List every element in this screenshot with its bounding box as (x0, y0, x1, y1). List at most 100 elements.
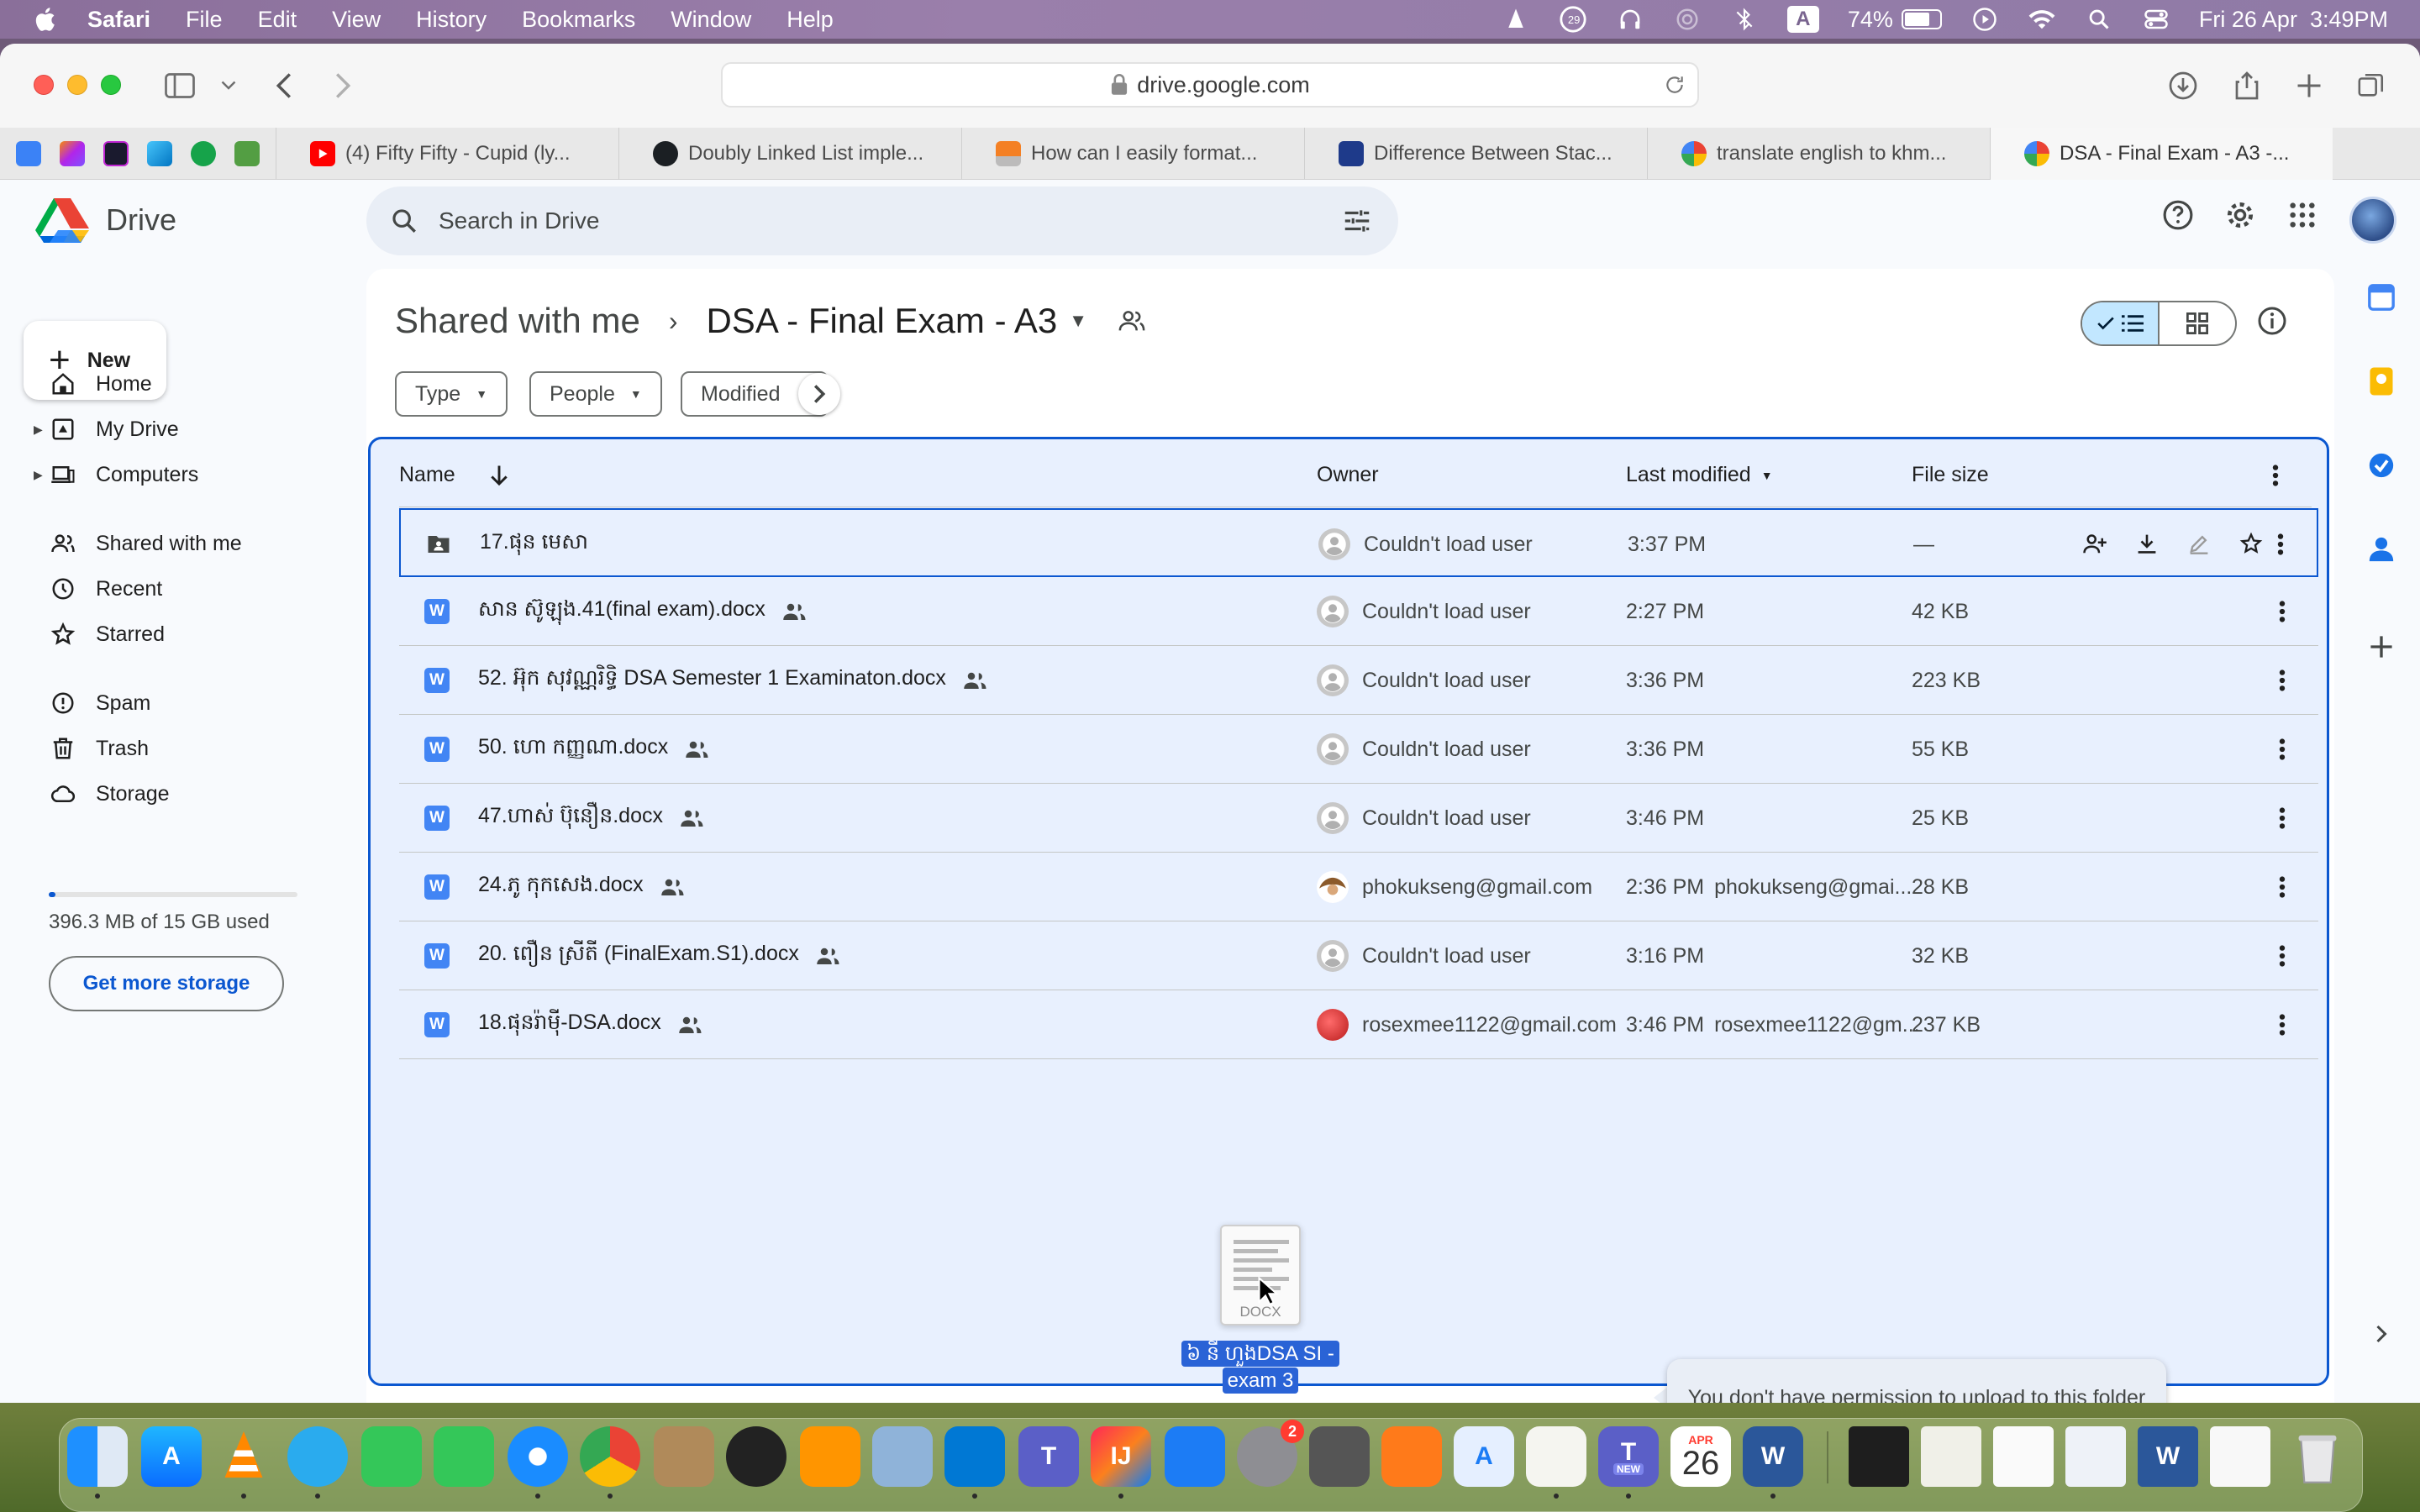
preview-dock-icon[interactable] (872, 1426, 933, 1487)
folder-row[interactable]: 17.ផុន មេសា Couldn't load user 3:37 PM — (399, 508, 2318, 577)
wifi-icon[interactable] (2028, 5, 2056, 34)
address-bar[interactable]: drive.google.com (721, 62, 1699, 108)
clock-datetime[interactable]: Fri 26 Apr 3:49PM (2199, 7, 2388, 33)
sidebar-item-home[interactable]: Home (0, 363, 361, 405)
search-bar[interactable]: Search in Drive (366, 186, 1398, 255)
pencil-app-dock-icon[interactable] (1381, 1426, 1442, 1487)
spotlight-icon[interactable] (2085, 5, 2113, 34)
menu-help[interactable]: Help (786, 7, 834, 33)
teams-dock-icon[interactable]: T (1018, 1426, 1079, 1487)
file-row[interactable]: W សាន ស៊ូឡុង.41(final exam).docx Couldn't … (399, 577, 2318, 646)
trash-dock-icon[interactable] (2287, 1426, 2348, 1487)
teams-new-dock-icon[interactable]: T NEW (1598, 1426, 1659, 1487)
intellij-dock-icon[interactable]: IJ (1091, 1426, 1151, 1487)
pinned-tab-mail[interactable] (12, 128, 45, 180)
safari-dock-icon[interactable] (508, 1426, 568, 1487)
more-actions-icon[interactable] (2271, 669, 2293, 691)
system-settings-dock-icon[interactable]: 2 (1237, 1420, 1304, 1487)
sidebar-item-storage[interactable]: Storage (0, 773, 361, 815)
more-actions-icon[interactable] (2271, 876, 2293, 898)
tasks-app-icon[interactable] (2365, 449, 2398, 482)
close-window-button[interactable] (34, 75, 54, 95)
get-more-storage-button[interactable]: Get more storage (49, 956, 284, 1011)
back-icon[interactable] (266, 67, 302, 104)
sidebar-toggle-icon[interactable] (161, 67, 198, 104)
sort-arrow-down-icon[interactable] (489, 465, 509, 486)
sidebar-item-shared-with-me[interactable]: Shared with me (0, 522, 361, 564)
notification-status-icon[interactable]: 29 (1559, 5, 1587, 34)
tableplus-dock-icon[interactable] (1309, 1426, 1370, 1487)
share-icon[interactable] (2228, 67, 2265, 104)
sidebar-item-starred[interactable]: Starred (0, 613, 361, 655)
menu-bookmarks[interactable]: Bookmarks (522, 7, 635, 33)
more-actions-icon[interactable] (2271, 738, 2293, 760)
tab-youtube[interactable]: (4) Fifty Fifty - Cupid (ly... (276, 128, 618, 180)
pinned-tab-dark[interactable] (99, 128, 133, 180)
dragged-file-docx-icon[interactable]: DOCX (1220, 1225, 1301, 1326)
apps-grid-icon[interactable] (2286, 198, 2319, 232)
sidebar-item-spam[interactable]: Spam (0, 682, 361, 724)
file-row[interactable]: W 24.ភូ កុកសេង.docx phokukseng@gmail.com 2:… (399, 853, 2318, 921)
add-star-icon[interactable] (2238, 530, 2265, 557)
file-row[interactable]: W 20. ពឿន ស្រីតី (FinalExam.S1).docx Could… (399, 921, 2318, 990)
breadcrumb-shared-with-me[interactable]: Shared with me (395, 301, 640, 341)
chip-scroll-right-icon[interactable] (798, 373, 840, 415)
sidebar-item-recent[interactable]: Recent (0, 568, 361, 610)
tab-stackoverflow[interactable]: How can I easily format... (961, 128, 1304, 180)
column-name-header[interactable]: Name (399, 463, 509, 487)
pinned-tab-flutter[interactable] (143, 128, 176, 180)
get-addons-plus-icon[interactable] (2365, 630, 2398, 664)
settings-gear-icon[interactable] (2223, 198, 2257, 232)
list-view-button[interactable] (2082, 302, 2160, 344)
books-dock-icon[interactable] (800, 1426, 860, 1487)
column-owner-header[interactable]: Owner (1317, 463, 1379, 487)
share-add-person-icon[interactable] (2081, 530, 2108, 557)
menu-file[interactable]: File (186, 7, 223, 33)
drive-logo[interactable]: Drive (35, 197, 176, 244)
recent-terminal-dock-icon[interactable] (1849, 1426, 1909, 1487)
facetime-dock-icon[interactable] (361, 1426, 422, 1487)
more-actions-icon[interactable] (2271, 945, 2293, 967)
filter-type-chip[interactable]: Type ▼ (395, 371, 508, 417)
more-actions-icon[interactable] (2270, 533, 2291, 555)
telegram-dock-icon[interactable] (287, 1426, 348, 1487)
tab-github[interactable]: Doubly Linked List imple... (618, 128, 961, 180)
sidebar-item-my-drive[interactable]: ▶ My Drive (0, 408, 361, 450)
pinned-tab-node[interactable] (230, 128, 264, 180)
new-tab-icon[interactable] (2291, 67, 2328, 104)
column-modified-header[interactable]: Last modified ▼ (1626, 463, 1773, 487)
file-row[interactable]: W 47.ហាស់ ប៊ុនឿន.docx Couldn't load user 3:… (399, 784, 2318, 853)
textedit-dock-icon[interactable] (1526, 1426, 1586, 1487)
tab-overview-icon[interactable] (2353, 67, 2390, 104)
keep-app-icon[interactable] (2365, 365, 2398, 398)
account-avatar[interactable] (2349, 197, 2396, 244)
more-actions-icon[interactable] (2271, 807, 2293, 829)
file-row[interactable]: W 52. អ៊ុក សុវណ្ណរិទ្ធិ DSA Semester 1 Ex… (399, 646, 2318, 715)
downloads-icon[interactable] (2165, 67, 2202, 104)
chrome-dock-icon[interactable] (580, 1426, 640, 1487)
sidebar-item-trash[interactable]: Trash (0, 727, 361, 769)
more-actions-icon[interactable] (2271, 601, 2293, 622)
help-icon[interactable] (2161, 198, 2195, 232)
recent-doc-dock-icon[interactable] (1993, 1426, 2054, 1487)
recent-word-dock-icon[interactable]: W (2138, 1426, 2198, 1487)
zoom-window-button[interactable] (101, 75, 121, 95)
column-options-icon[interactable] (2271, 465, 2280, 492)
folder-menu-dropdown-icon[interactable]: ▼ (1069, 310, 1087, 332)
more-actions-icon[interactable] (2271, 1014, 2293, 1036)
recent-window-dock-icon[interactable] (2065, 1426, 2126, 1487)
instruments-dock-icon[interactable]: A (1454, 1426, 1514, 1487)
messages-dock-icon[interactable] (434, 1426, 494, 1487)
airdrop-icon[interactable] (1673, 5, 1702, 34)
file-drop-area[interactable]: Name Owner Last modified ▼ File size 17.… (368, 437, 2329, 1386)
xcode-dock-icon[interactable] (1165, 1426, 1225, 1487)
rename-pencil-icon[interactable] (2186, 530, 2212, 557)
calendar-dock-icon[interactable]: APR 26 (1670, 1426, 1731, 1487)
play-icon[interactable] (1970, 5, 1999, 34)
menu-history[interactable]: History (416, 7, 487, 33)
menu-window[interactable]: Window (671, 7, 751, 33)
search-input[interactable]: Search in Drive (439, 207, 599, 234)
forward-icon[interactable] (324, 67, 361, 104)
expand-caret-icon[interactable]: ▶ (34, 423, 43, 437)
vlc-dock-icon[interactable] (213, 1426, 274, 1487)
